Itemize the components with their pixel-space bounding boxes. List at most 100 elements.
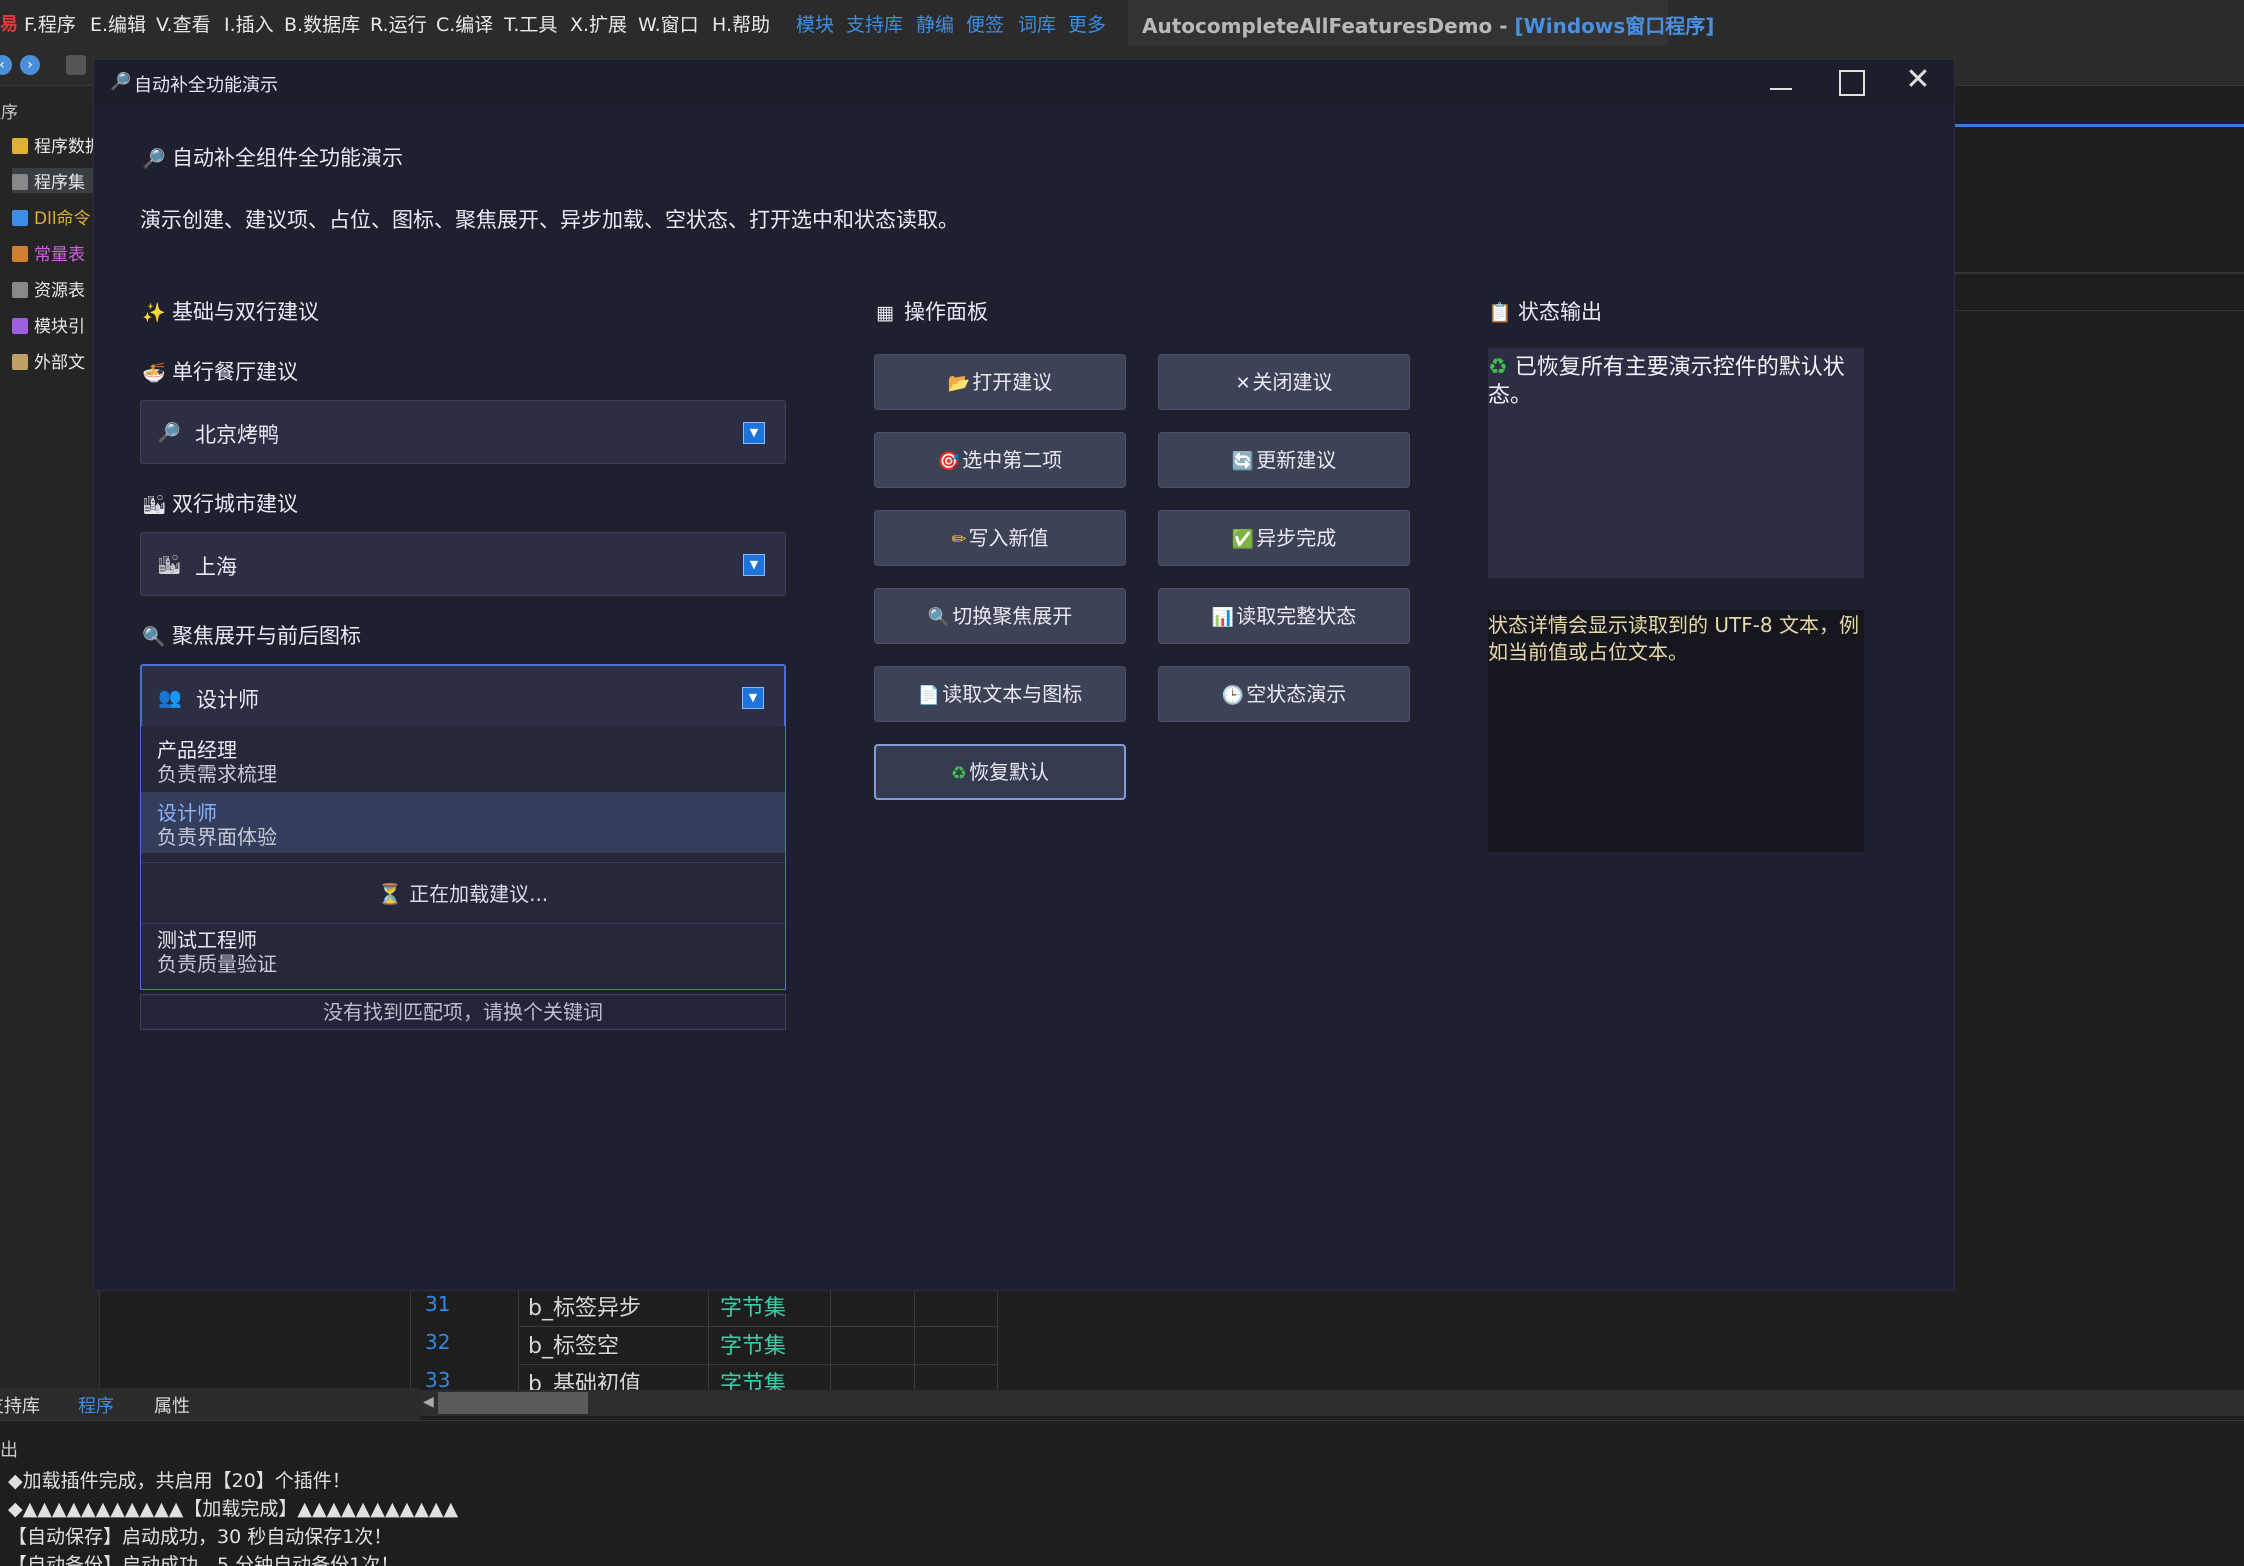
menu-item[interactable]: 支持库 [846,10,903,37]
restaurant-value: 北京烤鸭 [195,423,279,447]
document-tab-name: AutocompleteAllFeaturesDemo - [1142,14,1515,38]
menu-item[interactable]: W.窗口 [638,10,699,37]
menu-item[interactable]: C.编译 [436,10,493,37]
grid-line [518,1290,519,1390]
variable-name[interactable]: b_标签空 [528,1328,619,1360]
status-output-text: ♻ 已恢复所有主要演示控件的默认状态。 [1488,354,1864,410]
folder-icon: 📂 [947,373,971,394]
copy-icon[interactable] [66,55,86,75]
tree-item[interactable]: 程序数据 [12,132,102,157]
suggestion-item-selected[interactable]: 设计师 负责界面体验 [141,793,785,853]
tree-item[interactable]: 外部文 [12,348,85,373]
variable-name[interactable]: b_标签异步 [528,1290,641,1322]
window-titlebar[interactable] [94,60,1954,104]
tree-item[interactable]: 资源表 [12,276,85,301]
tree-item-label: 资源表 [34,281,85,301]
output-title: 输出 [0,1440,18,1461]
chevron-down-icon[interactable]: ▼ [742,687,764,709]
role-autocomplete[interactable]: 👥 设计师 ▼ [140,664,786,728]
async-complete-button[interactable]: ✅ 异步完成 [1158,510,1410,566]
menu-item[interactable]: 静编 [916,10,954,37]
tab-program[interactable]: 程序 [78,1392,114,1418]
double-line-label-text: 双行城市建议 [172,492,298,516]
tree-item-label: 程序数据 [34,137,102,157]
scroll-left-icon[interactable]: ◀ [423,1394,435,1412]
menu-item[interactable]: 模块 [796,10,834,37]
forward-icon[interactable]: › [20,55,40,75]
menu-item[interactable]: F.程序 [24,10,76,37]
tree-item[interactable]: 程序集 [12,168,95,193]
demo-header: 🔎 自动补全组件全功能演示 [142,142,403,172]
menu-item[interactable]: X.扩展 [570,10,627,37]
restaurant-icon: 🍜 [142,362,166,384]
document-tab-project: [Windows窗口程序] [1514,14,1715,38]
clipboard-icon: 📋 [1488,302,1512,324]
variable-type[interactable]: 字节集 [720,1290,786,1322]
suggestion-subtitle: 负责质量验证 [157,952,277,976]
empty-state-button[interactable]: 🕒 空状态演示 [1158,666,1410,722]
write-value-button[interactable]: ✏ 写入新值 [874,510,1126,566]
menu-item[interactable]: T.工具 [504,10,557,37]
grid-line [410,1290,411,1390]
status-message: 已恢复所有主要演示控件的默认状态。 [1488,355,1845,408]
checkmark-icon: ✅ [1231,529,1255,550]
grid-line [520,1326,998,1327]
menu-item[interactable]: 更多 [1068,10,1106,37]
suggestion-subtitle: 负责界面体验 [157,825,277,849]
refresh-icon: 🔄 [1231,451,1255,472]
suggestion-item[interactable]: 产品经理 负责需求梳理 [141,732,785,790]
document-tab[interactable]: AutocompleteAllFeaturesDemo - [Windows窗口… [1128,0,1714,46]
scrollbar-thumb[interactable] [438,1392,588,1414]
city-autocomplete[interactable]: 🏙 上海 ▼ [140,532,786,596]
menu-item[interactable]: 便签 [966,10,1004,37]
pencil-icon: ✏ [951,529,967,550]
select-second-label: 选中第二项 [962,448,1063,472]
menu-item[interactable]: H.帮助 [712,10,770,37]
tree-item-icon [12,138,28,154]
update-suggestions-button[interactable]: 🔄 更新建议 [1158,432,1410,488]
app-logo-icon: 易 [0,14,18,35]
tree-item[interactable]: Dll命令 [12,204,91,229]
magnifier-icon: 🔍 [927,607,951,628]
menu-item[interactable]: I.插入 [224,10,274,37]
menu-item[interactable]: R.运行 [370,10,427,37]
section-basic-label: 基础与双行建议 [172,300,319,324]
minimize-button[interactable] [1750,62,1810,102]
line-number: 32 [425,1330,451,1354]
tree-item[interactable]: 常量表 [12,240,85,265]
clock-icon: 🕒 [1221,685,1245,706]
bottom-tab-bar: 支持库 程序 属性 [0,1388,420,1420]
suggestion-item[interactable]: 测试工程师 负责质量验证 [141,924,785,984]
tab-support-lib[interactable]: 支持库 [0,1392,40,1418]
city-icon: 🏙 [142,494,167,516]
menu-item[interactable]: V.查看 [156,10,211,37]
restaurant-autocomplete[interactable]: 🔎 北京烤鸭 ▼ [140,400,786,464]
toggle-focus-button[interactable]: 🔍 切换聚焦展开 [874,588,1126,644]
read-full-state-button[interactable]: 📊 读取完整状态 [1158,588,1410,644]
grid-line [914,1290,915,1390]
read-text-icon-button[interactable]: 📄 读取文本与图标 [874,666,1126,722]
horizontal-scrollbar[interactable] [420,1390,2244,1416]
focus-expand-label-text: 聚焦展开与前后图标 [172,624,361,648]
output-line: 【自动备份】启动成功，5 分钟自动备份1次！ [8,1554,400,1566]
restore-default-button[interactable]: ♻ 恢复默认 [874,744,1126,800]
variable-type[interactable]: 字节集 [720,1328,786,1360]
chevron-down-icon[interactable]: ▼ [743,554,765,576]
single-line-label: 🍜 单行餐厅建议 [142,356,298,386]
select-second-button[interactable]: 🎯 选中第二项 [874,432,1126,488]
menu-item[interactable]: 词库 [1018,10,1056,37]
tab-properties[interactable]: 属性 [154,1392,190,1418]
back-icon[interactable]: ‹ [0,55,12,75]
open-suggestions-button[interactable]: 📂 打开建议 [874,354,1126,410]
menu-item[interactable]: E.编辑 [90,10,146,37]
section-status-label: 状态输出 [1518,300,1602,324]
close-button[interactable]: ✕ [1888,62,1948,102]
close-suggestions-button[interactable]: ✕ 关闭建议 [1158,354,1410,410]
suggestion-subtitle: 负责需求梳理 [157,762,277,786]
menu-item[interactable]: B.数据库 [284,10,360,37]
tree-item[interactable]: 模块引 [12,312,85,337]
recycle-icon: ♻ [950,763,968,784]
maximize-button[interactable] [1820,62,1880,102]
demo-header-text: 自动补全组件全功能演示 [172,146,403,170]
chevron-down-icon[interactable]: ▼ [743,422,765,444]
